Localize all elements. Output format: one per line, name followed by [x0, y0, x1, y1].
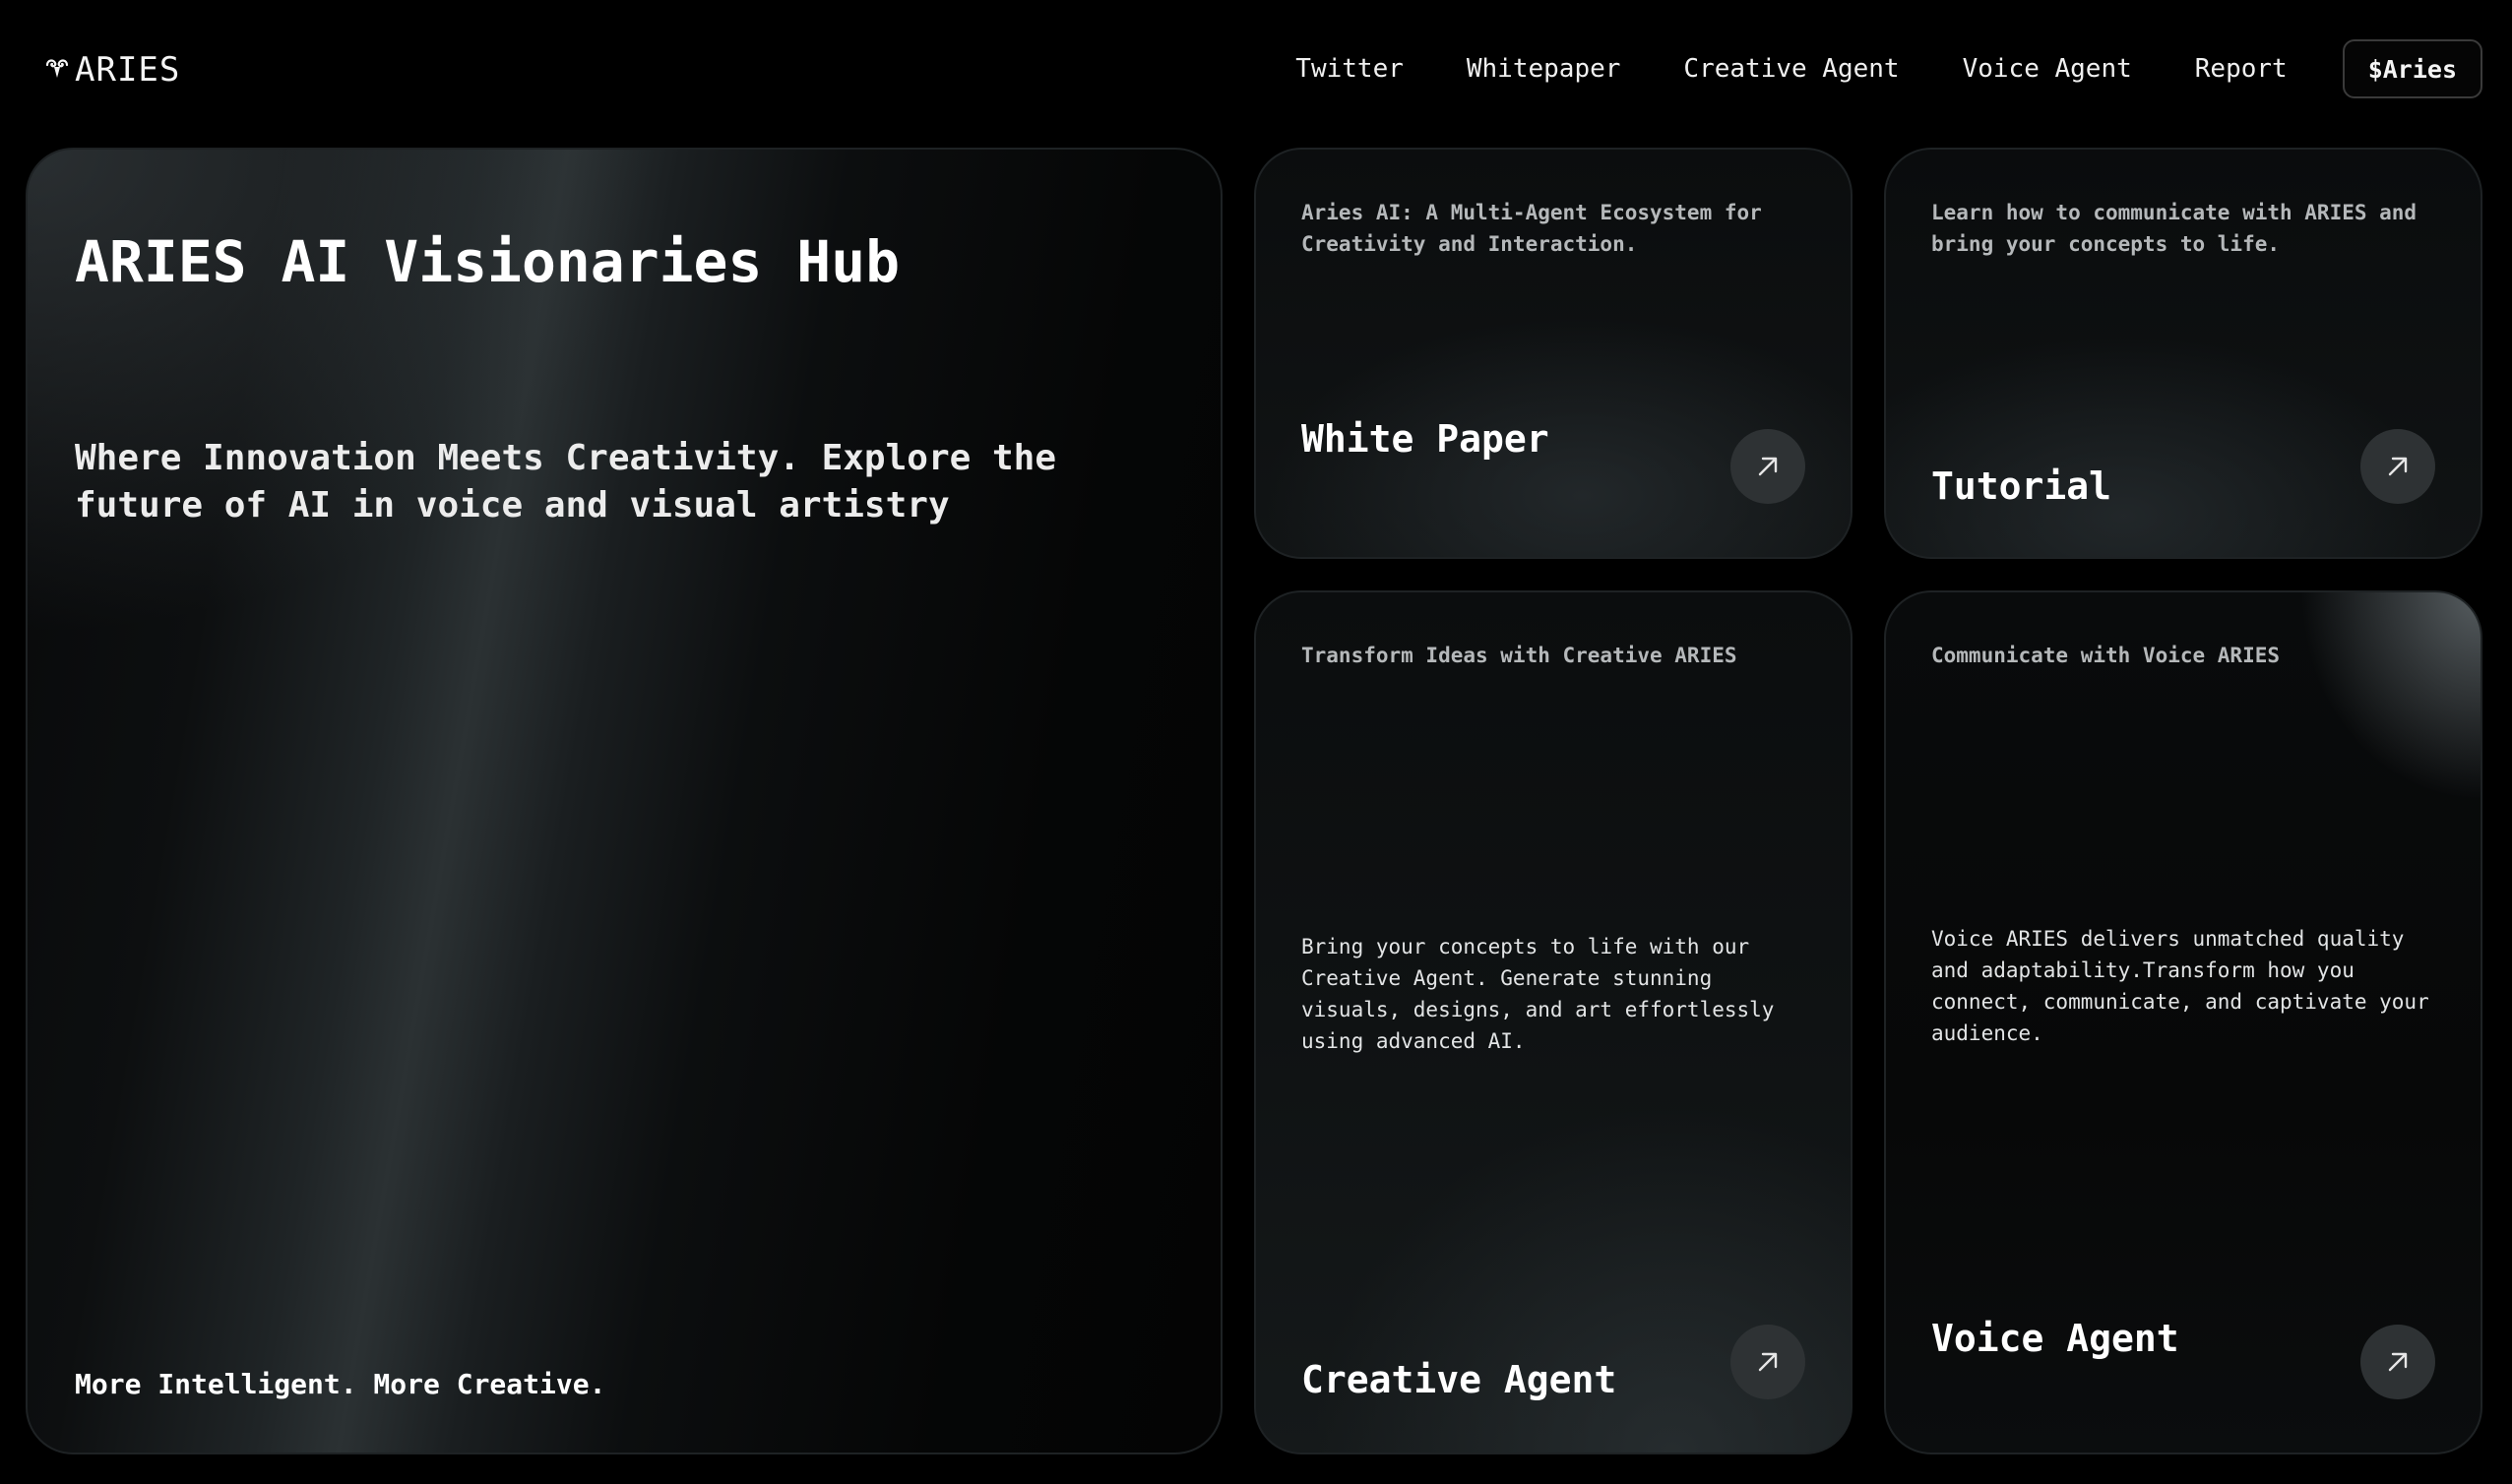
hero-title: ARIES AI Visionaries Hub — [75, 228, 901, 295]
creative-agent-card-body: Bring your concepts to life with our Cre… — [1301, 935, 1775, 1053]
arrow-up-right-icon — [2388, 1352, 2408, 1372]
voice-agent-card-body: Voice ARIES delivers unmatched quality a… — [1931, 927, 2429, 1045]
arrow-up-right-icon — [1758, 1352, 1778, 1372]
voice-agent-arrow-button[interactable] — [2360, 1325, 2435, 1399]
voice-agent-card-subtitle: Communicate with Voice ARIES — [1931, 644, 2281, 667]
tutorial-card-title: Tutorial — [1931, 464, 2112, 508]
tutorial-arrow-button[interactable] — [2360, 429, 2435, 504]
voice-agent-card[interactable]: Communicate with Voice ARIES Voice ARIES… — [1884, 590, 2482, 1454]
hero-card: ARIES AI Visionaries Hub Where Innovatio… — [26, 148, 1223, 1454]
whitepaper-card[interactable]: Aries AI: A Multi-Agent Ecosystem for Cr… — [1254, 148, 1853, 559]
creative-agent-arrow-button[interactable] — [1730, 1325, 1805, 1399]
nav-link-creative-agent[interactable]: Creative Agent — [1683, 54, 1899, 84]
page: ARIES Twitter Whitepaper Creative Agent … — [0, 0, 2512, 1484]
hero-tagline: Where Innovation Meets Creativity. Explo… — [75, 438, 1056, 526]
nav-link-report[interactable]: Report — [2195, 54, 2288, 84]
hero-footer-text: More Intelligent. More Creative. — [75, 1368, 606, 1400]
creative-agent-card[interactable]: Transform Ideas with Creative ARIES Brin… — [1254, 590, 1853, 1454]
arrow-up-right-icon — [1758, 457, 1778, 476]
whitepaper-card-subtitle: Aries AI: A Multi-Agent Ecosystem for Cr… — [1301, 201, 1762, 256]
voice-agent-card-title: Voice Agent — [1931, 1317, 2179, 1360]
tutorial-card[interactable]: Learn how to communicate with ARIES and … — [1884, 148, 2482, 559]
logo-text: ARIES — [75, 50, 181, 90]
tutorial-card-subtitle: Learn how to communicate with ARIES and … — [1931, 201, 2418, 256]
whitepaper-card-title: White Paper — [1301, 417, 1549, 461]
logo-link[interactable]: ARIES — [43, 43, 180, 96]
creative-agent-card-title: Creative Agent — [1301, 1358, 1617, 1401]
creative-agent-card-subtitle: Transform Ideas with Creative ARIES — [1301, 644, 1737, 667]
top-nav-bar: ARIES Twitter Whitepaper Creative Agent … — [0, 0, 2512, 140]
whitepaper-arrow-button[interactable] — [1730, 429, 1805, 504]
token-button[interactable]: $Aries — [2342, 39, 2482, 98]
nav-link-whitepaper[interactable]: Whitepaper — [1467, 54, 1621, 84]
arrow-up-right-icon — [2388, 457, 2408, 476]
nav-link-twitter[interactable]: Twitter — [1295, 54, 1404, 84]
nav-link-voice-agent[interactable]: Voice Agent — [1963, 54, 2132, 84]
ram-head-icon — [45, 59, 69, 78]
main-nav: Twitter Whitepaper Creative Agent Voice … — [1295, 37, 2482, 100]
